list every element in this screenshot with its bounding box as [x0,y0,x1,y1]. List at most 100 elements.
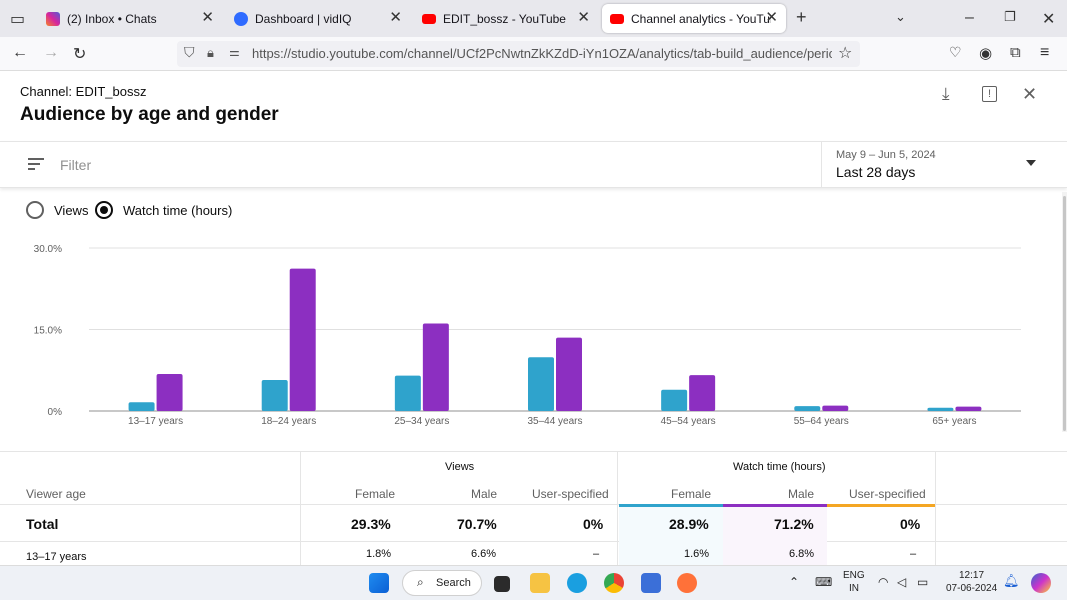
scrollbar-thumb[interactable] [1063,196,1066,431]
close-icon[interactable]: ✕ [1022,84,1037,105]
youtube-icon [422,13,436,24]
firefox-icon[interactable] [677,573,697,593]
battery-icon[interactable]: ▭ [917,575,928,589]
radio-watch-time[interactable]: Watch time (hours) [95,201,232,219]
tab-youtube-channel[interactable]: EDIT_bossz - YouTube ✕ [414,4,598,33]
url-text[interactable]: https://studio.youtube.com/channel/UCf2P… [252,46,832,61]
channel-name: Channel: EDIT_bossz [20,84,147,99]
cell: 1.8% [366,548,392,560]
col-watch-male[interactable]: Male [788,487,814,501]
browser-tab-strip: ▭ (2) Inbox • Chats ✕ Dashboard | vidIQ … [0,0,1067,37]
shield-icon[interactable]: ⛉ [184,44,195,61]
store-icon[interactable] [641,573,661,593]
bar-male [289,268,316,411]
tab-vidiq[interactable]: Dashboard | vidIQ ✕ [226,4,410,33]
address-bar[interactable]: ⛉ 🔒︎ ⚌ https://studio.youtube.com/channe… [177,41,860,67]
period-selector[interactable]: May 9 – Jun 5, 2024 Last 28 days [821,142,1067,188]
close-icon[interactable]: ✕ [577,10,590,26]
notification-bell-icon[interactable]: 🔔︎ [1003,573,1020,589]
col-views-male[interactable]: Male [471,487,497,501]
x-tick-label: 55–64 years [794,416,849,427]
new-tab-icon[interactable]: + [796,7,807,28]
bar-female [661,389,688,411]
edge-icon[interactable] [567,573,587,593]
back-icon[interactable]: ← [12,44,28,62]
y-tick-label: 0% [48,407,63,418]
bar-male [156,374,183,411]
cell: – [910,548,917,560]
bar-male [689,375,716,411]
lang-2[interactable]: IN [849,583,859,594]
x-tick-label: 65+ years [932,416,976,427]
window-close-icon[interactable]: ✕ [1042,9,1055,29]
col-watch-female[interactable]: Female [671,487,711,501]
start-icon[interactable] [369,573,389,593]
permissions-icon[interactable]: ⚌ [229,45,240,59]
keyboard-icon[interactable]: ⌨ [815,575,832,589]
restore-icon[interactable]: ❐ [1004,9,1016,25]
bar-male [556,337,582,411]
col-watch-user-specified[interactable]: User-specified [849,487,926,501]
chrome-icon[interactable] [604,573,624,593]
total-watch-male: 71.2% [774,516,814,532]
group-header-views: Views [445,461,475,473]
instagram-icon [46,11,60,26]
file-explorer-icon[interactable] [530,573,550,593]
close-icon[interactable]: ✕ [389,10,402,26]
period-label: Last 28 days [836,164,916,180]
copilot-icon[interactable] [1031,573,1051,593]
volume-icon[interactable]: ◁ [897,575,906,589]
period-range: May 9 – Jun 5, 2024 [836,149,936,161]
x-tick-label: 25–34 years [394,416,449,427]
clock-time[interactable]: 12:17 [959,570,984,581]
bar-female [394,375,421,411]
search-label: Search [436,577,471,589]
task-view-icon[interactable] [494,576,510,592]
bar-female [794,406,821,411]
bookmark-star-icon[interactable]: ☆ [838,43,852,63]
x-tick-label: 13–17 years [128,416,183,427]
radio-views[interactable]: Views [26,201,88,219]
extensions-icon[interactable]: ⧉ [1010,44,1021,61]
taskbar-search[interactable]: ⌕ Search [402,570,482,596]
close-icon[interactable]: ✕ [765,10,778,26]
col-viewer-age[interactable]: Viewer age [26,487,86,501]
wifi-icon[interactable]: ◠ [878,575,888,589]
menu-icon[interactable]: ≡ [1040,44,1049,62]
tab-label: EDIT_bossz - YouTube [443,11,566,26]
chevron-down-icon [1026,160,1036,166]
bar-female [528,357,554,411]
reload-icon[interactable]: ↻ [73,44,86,64]
clock-date[interactable]: 07-06-2024 [946,583,997,594]
bar-male [955,406,982,411]
vidiq-icon [234,11,248,26]
filter-bar: Filter May 9 – Jun 5, 2024 Last 28 days [0,141,1067,188]
bar-female [128,402,155,411]
download-icon[interactable]: ⤓ [942,84,950,104]
feedback-icon[interactable]: ! [982,86,997,102]
tab-overview-icon[interactable]: ▭ [10,9,25,29]
col-views-female[interactable]: Female [355,487,395,501]
tab-label: (2) Inbox • Chats [67,11,157,26]
filter-icon[interactable] [28,158,44,170]
tab-label: Dashboard | vidIQ [255,11,352,26]
browser-navigation-bar: ← → ↻ ⛉ 🔒︎ ⚌ https://studio.youtube.com/… [0,37,1067,71]
col-views-user-specified[interactable]: User-specified [532,487,609,501]
tray-chevron-icon[interactable]: ⌃ [789,575,799,589]
youtube-icon [610,13,624,24]
minimize-icon[interactable]: – [965,9,974,27]
forward-icon[interactable]: → [43,44,59,62]
tab-instagram[interactable]: (2) Inbox • Chats ✕ [38,4,222,33]
close-icon[interactable]: ✕ [201,10,214,26]
tab-channel-analytics[interactable]: Channel analytics - YouTube Stu ✕ [602,4,786,33]
radio-label: Views [54,202,89,218]
filter-input[interactable]: Filter [60,157,91,173]
bar-female [261,380,288,411]
pocket-icon[interactable]: ♡ [949,44,962,61]
lang-1[interactable]: ENG [843,570,865,581]
tab-list-chevron-icon[interactable]: ⌄ [895,9,906,25]
search-icon: ⌕ [417,575,424,589]
account-icon[interactable]: ◉ [979,44,992,62]
lock-icon[interactable]: 🔒︎ [207,45,214,61]
age-gender-table: Views Watch time (hours) Viewer age Fema… [0,451,1067,565]
